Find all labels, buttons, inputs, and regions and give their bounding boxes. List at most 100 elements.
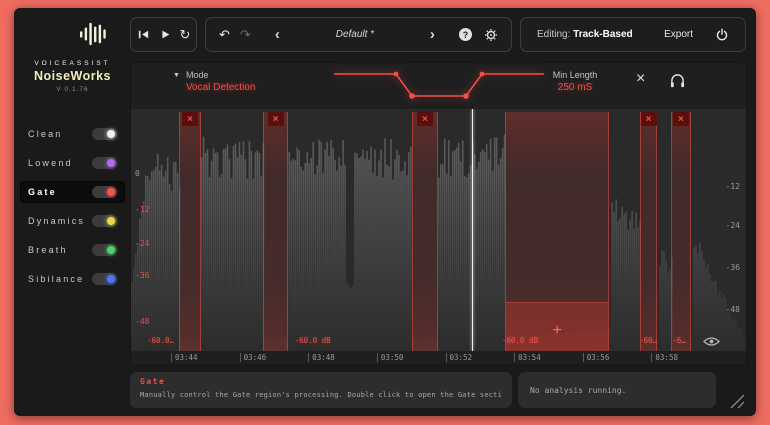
export-button[interactable]: Export [664,29,693,40]
module-label: Dynamics [28,216,85,226]
timeline-label: 03:50 [377,353,404,362]
region-threshold-label: -60.0… [147,336,174,345]
db-scale-right-label: -24 [726,221,740,230]
sidebar-item-lowend[interactable]: Lowend [20,152,125,174]
redo-button[interactable]: ↷ [240,28,251,41]
playhead[interactable] [472,109,473,351]
gate-region[interactable]: × [412,112,438,351]
min-length-label: Min Length [529,70,621,80]
toggle-knob [107,130,115,138]
region-threshold-label: -60.0 dB [502,336,538,345]
info-title: Gate [140,377,502,386]
analysis-status: No analysis running. [530,386,626,395]
timeline: 03:4403:4603:4803:5003:5203:5403:5603:58 [131,351,746,364]
undo-button[interactable]: ↶ [219,28,230,41]
timeline-label: 03:58 [651,353,678,362]
toggle-knob [107,217,115,225]
gate-shape-curve[interactable] [334,64,544,108]
logo-bars-icon [78,20,110,48]
preset-name[interactable]: Default * [280,29,430,40]
lowend-toggle[interactable] [92,157,117,169]
timeline-label: 03:46 [240,353,267,362]
sidebar-item-breath[interactable]: Breath [20,239,125,261]
gate-region[interactable]: × [263,112,289,351]
skip-to-start-button[interactable] [137,28,150,41]
sidebar-item-dynamics[interactable]: Dynamics [20,210,125,232]
module-label: Clean [28,129,63,139]
db-scale-left-label: 0 [135,169,140,178]
region-close-button[interactable]: × [641,112,657,126]
region-close-button[interactable]: × [182,112,198,126]
region-close-button[interactable]: × [673,112,689,126]
timeline-label: 03:52 [446,353,473,362]
gate-region[interactable]: × [640,112,658,351]
module-label: Breath [28,245,68,255]
plugin-window: ↻ ↶ ↷ ‹ Default * › ? Editing: Track-Bas… [14,8,756,416]
module-label: Gate [28,187,57,197]
module-label: Sibilance [28,274,84,284]
db-scale-right-label: -12 [726,182,740,191]
editing-value: Track-Based [573,29,632,40]
mode-selector[interactable]: ▼ Mode Vocal Detection [173,70,255,93]
editor-header: ▼ Mode Vocal Detection Min Length 250 mS… [131,63,746,109]
db-scale-left-label: -48 [135,317,149,326]
timeline-label: 03:56 [583,353,610,362]
waveform-area[interactable]: 0-12-24-36-48-12-24-36-48×××+××-60.0…-60… [131,109,746,351]
db-scale-right-label: -36 [726,263,740,272]
settings-gear-icon[interactable] [484,28,498,42]
analysis-panel: No analysis running. [518,372,716,408]
mode-label: Mode [186,70,256,80]
gate-region[interactable]: × [179,112,201,351]
gate-toggle[interactable] [92,186,117,198]
sibilance-toggle[interactable] [92,273,117,285]
region-threshold-label: -60… [639,336,657,345]
brand-tagline: VOICEASSIST [20,60,125,67]
dropdown-arrow-icon: ▼ [173,72,180,79]
info-panel: Gate Manually control the Gate region's … [130,372,512,408]
sidebar-item-sibilance[interactable]: Sibilance [20,268,125,290]
toggle-knob [107,275,115,283]
editor-panel: ▼ Mode Vocal Detection Min Length 250 mS… [130,62,747,365]
min-length-control[interactable]: Min Length 250 mS [529,70,621,93]
module-label: Lowend [28,158,73,168]
mode-value: Vocal Detection [186,82,256,93]
timeline-label: 03:54 [514,353,541,362]
next-preset-button[interactable]: › [430,27,435,42]
region-close-button[interactable]: × [268,112,284,126]
region-threshold-label: -6… [672,336,686,345]
editing-mode[interactable]: Editing: Track-Based [537,29,633,40]
sidebar: VOICEASSIST NoiseWorks V 0.1.76 Clean Low… [20,60,125,297]
power-icon[interactable] [715,28,729,42]
region-close-button[interactable]: × [417,112,433,126]
db-scale-left-label: -12 [135,205,149,214]
add-region-button[interactable]: + [553,323,562,339]
headphones-icon[interactable] [669,73,686,88]
sidebar-item-gate[interactable]: Gate [20,181,125,203]
info-description: Manually control the Gate region's proce… [140,391,502,399]
eye-icon[interactable] [703,336,720,347]
close-icon[interactable]: × [636,71,645,87]
module-list: Clean Lowend Gate Dynamics Breath Sibilance [20,123,125,290]
toggle-knob [107,246,115,254]
help-icon[interactable]: ? [459,28,472,41]
timeline-label: 03:48 [308,353,335,362]
brand-name: NoiseWorks [20,69,125,83]
dynamics-toggle[interactable] [92,215,117,227]
region-threshold-label: -60.0 dB [295,336,331,345]
transport-controls: ↻ [130,17,197,52]
editing-label: Editing: [537,29,570,40]
gate-region[interactable]: + [505,112,610,351]
db-scale-left-label: -36 [135,271,149,280]
session-bar: Editing: Track-Based Export [520,17,746,52]
db-scale-left-label: -24 [135,239,149,248]
play-button[interactable] [159,28,171,41]
breath-toggle[interactable] [92,244,117,256]
sidebar-item-clean[interactable]: Clean [20,123,125,145]
version-label: V 0.1.76 [20,86,125,93]
clean-toggle[interactable] [92,128,117,140]
loop-button[interactable]: ↻ [180,28,191,41]
toggle-knob [107,159,115,167]
resize-handle[interactable] [722,393,746,409]
min-length-value: 250 mS [529,82,621,93]
gate-region[interactable]: × [671,112,691,351]
